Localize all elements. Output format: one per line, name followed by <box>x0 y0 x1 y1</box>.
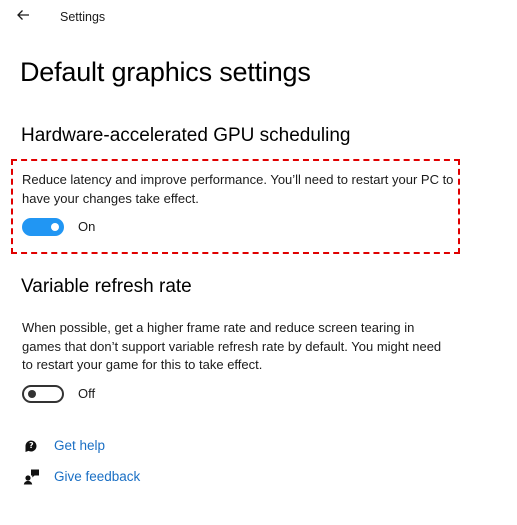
variable-refresh-description: When possible, get a higher frame rate a… <box>22 320 442 372</box>
toggle-knob <box>28 390 36 398</box>
help-chat-icon: ? <box>22 436 40 454</box>
window-title: Settings <box>60 10 106 24</box>
gpu-scheduling-toggle[interactable] <box>22 218 64 236</box>
back-arrow-icon <box>16 8 30 26</box>
variable-refresh-state-label: Off <box>78 386 96 401</box>
svg-text:?: ? <box>28 441 33 450</box>
give-feedback-link[interactable]: Give feedback <box>22 466 140 486</box>
toggle-knob <box>51 223 59 231</box>
gpu-scheduling-heading: Hardware-accelerated GPU scheduling <box>21 125 351 146</box>
variable-refresh-toggle[interactable] <box>22 385 64 403</box>
variable-refresh-heading: Variable refresh rate <box>21 276 192 297</box>
feedback-icon <box>22 467 40 485</box>
page-title: Default graphics settings <box>20 57 311 87</box>
get-help-link[interactable]: ? Get help <box>22 435 105 455</box>
gpu-scheduling-description: Reduce latency and improve performance. … <box>22 172 454 206</box>
gpu-scheduling-state-label: On <box>78 219 96 234</box>
give-feedback-label: Give feedback <box>54 468 141 484</box>
title-bar: Settings <box>0 0 517 36</box>
get-help-label: Get help <box>54 437 106 453</box>
back-button[interactable] <box>10 4 36 30</box>
